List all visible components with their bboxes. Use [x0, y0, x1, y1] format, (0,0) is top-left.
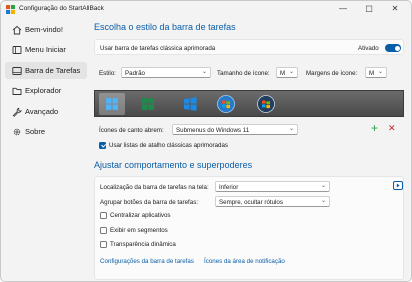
windows11-logo-icon: [106, 98, 118, 110]
play-icon: [396, 183, 400, 188]
maximize-button[interactable]: ☐: [358, 2, 380, 16]
jump-lists-label: Usar listas de atalho clássicas aprimora…: [109, 142, 228, 149]
sidebar-item-start-menu[interactable]: Menu Iniciar: [5, 41, 87, 58]
center-apps-checkbox[interactable]: [100, 212, 107, 219]
segments-label: Exibir em segmentos: [110, 227, 168, 234]
taskbar-icon: [12, 67, 22, 75]
sidebar-item-advanced[interactable]: Avançado: [5, 103, 87, 120]
style-select-value: Padrão: [125, 69, 145, 77]
chevron-down-icon: ⌄: [377, 69, 383, 75]
chevron-down-icon: ⌄: [320, 198, 326, 204]
close-button[interactable]: ✕: [384, 2, 406, 16]
dynamic-transparency-checkbox[interactable]: [100, 241, 107, 248]
gear-icon: [13, 128, 21, 136]
vista-orb-icon: [257, 95, 275, 113]
classic-taskbar-row: Usar barra de tarefas clássica aprimorad…: [94, 39, 404, 55]
corner-icons-select[interactable]: Submenus do Windows 11 ⌄: [172, 124, 298, 135]
main-content: Escolha o estilo da barra de tarefas Usa…: [89, 17, 411, 281]
sidebar-item-label: Sobre: [25, 127, 46, 136]
remove-icon[interactable]: ✕: [388, 123, 396, 134]
sidebar-item-label: Bem-vindo!: [25, 25, 63, 34]
style-option-vista[interactable]: [253, 93, 279, 115]
sidebar-item-label: Avançado: [25, 107, 59, 116]
play-video-button[interactable]: [393, 181, 403, 190]
corner-icons-label: Ícones de canto abrem:: [99, 127, 164, 134]
sidebar: Bem-vindo! Menu Iniciar Barra de Tarefas…: [1, 17, 89, 281]
minimize-button[interactable]: —: [332, 2, 354, 16]
style-option-windows10[interactable]: [177, 93, 203, 115]
chevron-down-icon: ⌄: [320, 183, 326, 189]
behavior-card: Localização da barra de tarefas na tela:…: [94, 176, 404, 280]
jump-lists-checkbox[interactable]: [99, 142, 106, 149]
style-option-windows11[interactable]: [99, 93, 125, 115]
group-buttons-label: Agrupar botões da barra de tarefas:: [100, 199, 199, 206]
green-logo-icon: [142, 98, 154, 110]
group-buttons-select[interactable]: Sempre, ocultar rótulos ⌄: [215, 196, 330, 207]
style-option-plain[interactable]: [135, 93, 161, 115]
style-select[interactable]: Padrão ⌄: [121, 67, 211, 78]
chevron-down-icon: ⌄: [288, 69, 294, 75]
app-window: Configuração do StartAllBack — ☐ ✕ Bem-v…: [0, 0, 412, 282]
group-buttons-value: Sempre, ocultar rótulos: [219, 198, 283, 206]
corner-icons-value: Submenus do Windows 11: [176, 126, 250, 134]
section-title-behavior: Ajustar comportamento e superpoderes: [94, 160, 253, 170]
segments-checkbox[interactable]: [100, 227, 107, 234]
sidebar-item-explorer[interactable]: Explorador: [5, 82, 87, 99]
window-title: Configuração do StartAllBack: [19, 5, 104, 12]
wrench-icon: [12, 107, 22, 117]
chevron-down-icon: ⌄: [201, 69, 207, 75]
sidebar-item-label: Barra de Tarefas: [25, 66, 81, 75]
icon-margin-select[interactable]: M ⌄: [365, 67, 387, 78]
chevron-down-icon: ⌄: [288, 126, 294, 132]
icon-margin-label: Margens de ícone:: [306, 70, 358, 77]
sidebar-item-welcome[interactable]: Bem-vindo!: [5, 21, 87, 38]
classic-taskbar-state: Ativado: [358, 44, 379, 52]
style-label: Estilo:: [99, 70, 116, 77]
notification-icons-link[interactable]: Ícones da área de notificação: [204, 258, 285, 265]
section-title-style: Escolha o estilo da barra de tarefas: [94, 22, 236, 32]
location-value: Inferior: [219, 183, 239, 191]
add-icon[interactable]: +: [371, 121, 378, 135]
icon-size-value: M: [280, 69, 286, 77]
taskbar-settings-link[interactable]: Configurações da barra de tarefas: [100, 258, 194, 265]
icon-size-label: Tamanho de ícone:: [217, 70, 270, 77]
windows10-logo-icon: [184, 97, 197, 111]
style-option-windows7[interactable]: [213, 93, 239, 115]
location-label: Localização da barra de tarefas na tela:: [100, 184, 209, 191]
title-bar: Configuração do StartAllBack — ☐ ✕: [1, 1, 411, 17]
icon-size-select[interactable]: M ⌄: [276, 67, 298, 78]
sidebar-item-label: Explorador: [25, 86, 62, 95]
start-menu-icon: [12, 46, 22, 54]
windows7-orb-icon: [217, 95, 235, 113]
center-apps-label: Centralizar aplicativos: [110, 212, 171, 219]
location-select[interactable]: Inferior ⌄: [215, 181, 330, 192]
sidebar-item-taskbar[interactable]: Barra de Tarefas: [5, 62, 87, 79]
folder-icon: [12, 87, 22, 95]
dynamic-transparency-label: Transparência dinâmica: [110, 241, 176, 248]
taskbar-style-preview: [94, 90, 404, 117]
icon-margin-value: M: [369, 69, 375, 77]
sidebar-item-label: Menu Iniciar: [25, 45, 66, 54]
house-icon: [12, 25, 22, 35]
toggle-knob: [394, 45, 400, 51]
classic-taskbar-label: Usar barra de tarefas clássica aprimorad…: [100, 44, 216, 52]
sidebar-item-about[interactable]: Sobre: [5, 123, 87, 140]
app-icon: [6, 5, 15, 14]
classic-taskbar-toggle[interactable]: [385, 44, 401, 52]
